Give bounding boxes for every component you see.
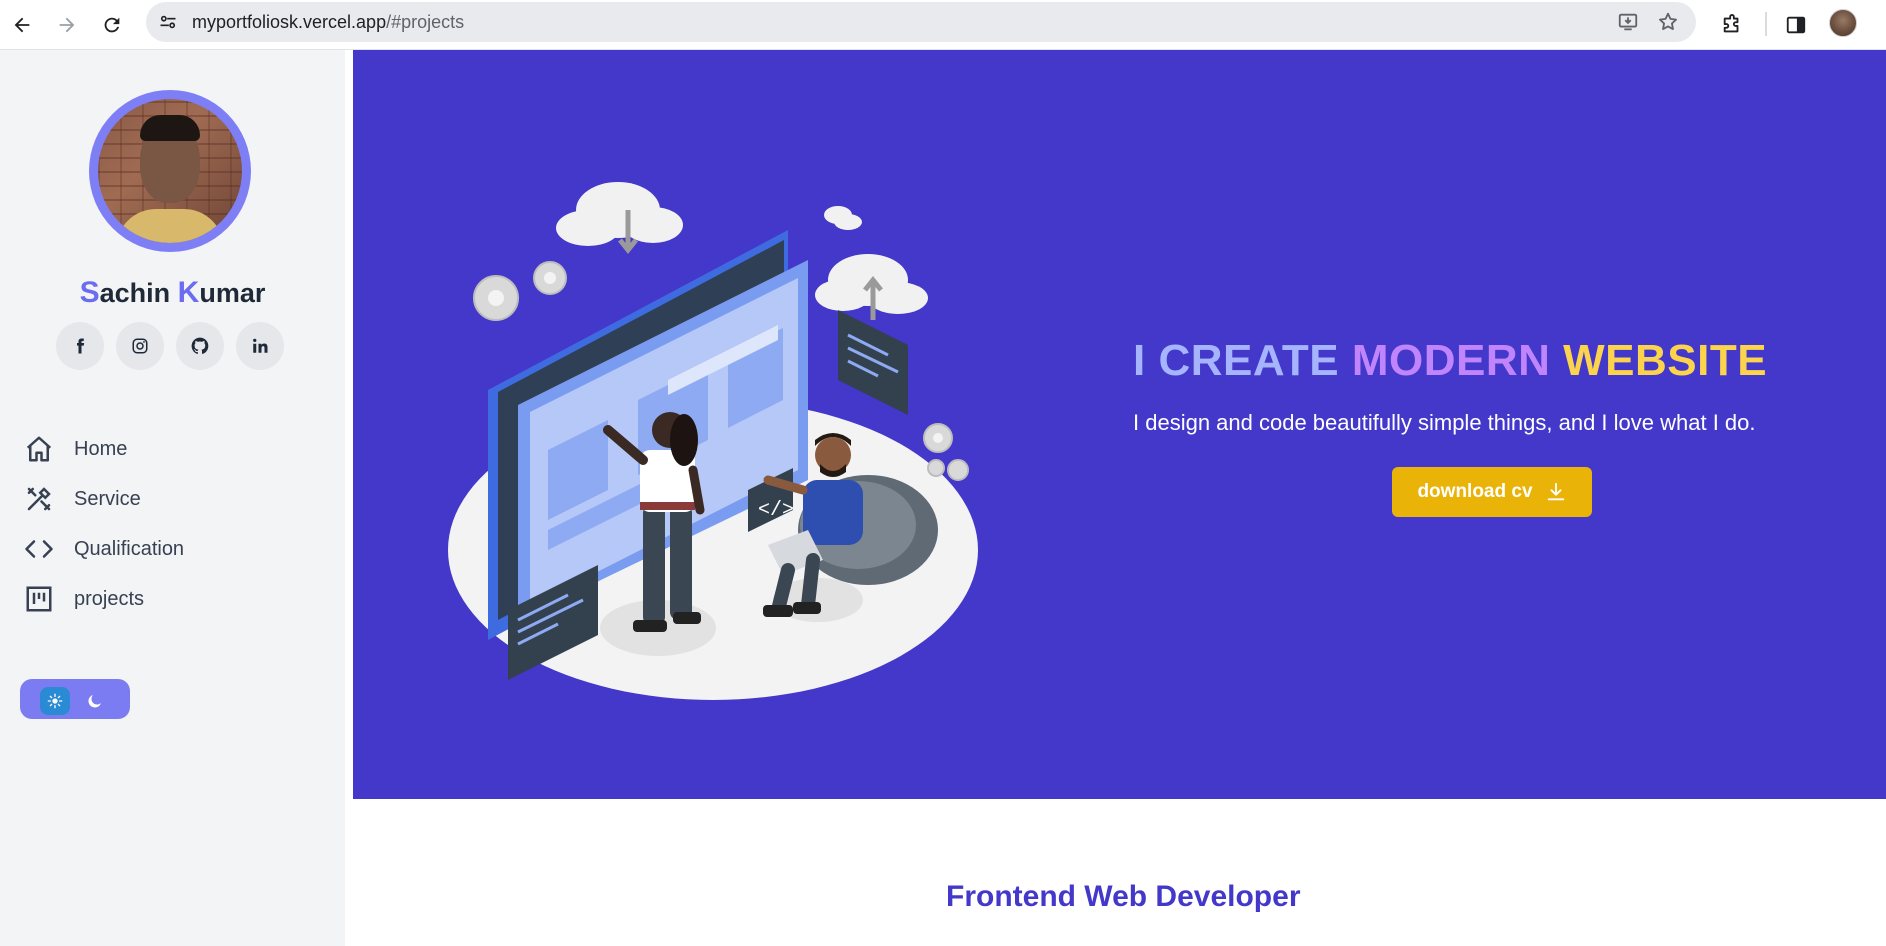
hero-title-word: CREATE bbox=[1158, 336, 1340, 385]
name-last-rest: umar bbox=[199, 278, 266, 308]
linkedin-icon[interactable] bbox=[236, 322, 284, 370]
reload-icon[interactable] bbox=[96, 9, 128, 41]
theme-toggle[interactable] bbox=[20, 679, 130, 719]
sidebar-item-service[interactable]: Service bbox=[24, 474, 284, 524]
hero-subtitle: I design and code beautifully simple thi… bbox=[1133, 410, 1756, 435]
name-initial-first: S bbox=[79, 276, 100, 309]
home-icon bbox=[26, 436, 52, 462]
download-cv-label: download cv bbox=[1417, 481, 1533, 502]
hero-section: </> I CREATE MODERN WEBSITE I design and… bbox=[353, 50, 1886, 799]
address-bar[interactable]: myportfoliosk.vercel.app/#projects bbox=[146, 2, 1696, 42]
sidebar-item-projects[interactable]: projects bbox=[24, 574, 284, 624]
sidebar-menu: Home Service Qualification projects bbox=[24, 424, 284, 624]
hero-title-word: I bbox=[1133, 336, 1146, 385]
forward-icon[interactable] bbox=[51, 9, 83, 41]
sun-icon[interactable] bbox=[40, 687, 70, 715]
facebook-icon[interactable] bbox=[56, 322, 104, 370]
profile-avatar[interactable] bbox=[1829, 9, 1857, 37]
back-icon[interactable] bbox=[6, 9, 38, 41]
profile-photo-ring bbox=[89, 90, 251, 252]
download-cv-button[interactable]: download cv bbox=[1392, 467, 1592, 517]
sidebar-item-label: Home bbox=[74, 437, 128, 460]
name-initial-last: K bbox=[177, 276, 200, 309]
svg-text:</>: </> bbox=[758, 499, 794, 522]
hero-title-word: WEBSITE bbox=[1563, 336, 1768, 385]
profile-photo bbox=[98, 99, 242, 243]
url-path: /#projects bbox=[386, 12, 465, 32]
site-settings-icon[interactable] bbox=[156, 10, 180, 34]
sidebar-item-label: Qualification bbox=[74, 537, 185, 560]
sidebar-item-home[interactable]: Home bbox=[24, 424, 284, 474]
hero-title: I CREATE MODERN WEBSITE bbox=[1133, 336, 1886, 386]
developer-illustration: </> bbox=[448, 182, 978, 700]
sidebar-item-label: Service bbox=[74, 487, 141, 510]
code-icon bbox=[25, 540, 53, 558]
sidebar: Sachin Kumar Home Service Qualification bbox=[0, 50, 345, 946]
section-title: Frontend Web Developer bbox=[946, 880, 1301, 913]
moon-icon[interactable] bbox=[80, 687, 110, 715]
name-first-rest: achin bbox=[99, 278, 178, 308]
kanban-icon bbox=[26, 586, 52, 612]
extensions-icon[interactable] bbox=[1716, 9, 1748, 41]
download-icon bbox=[1547, 482, 1564, 501]
profile-name: Sachin Kumar bbox=[0, 276, 345, 310]
sidebar-item-label: projects bbox=[74, 587, 145, 610]
hero-title-word: MODERN bbox=[1351, 336, 1551, 385]
social-links bbox=[56, 322, 284, 370]
sidebar-item-qualification[interactable]: Qualification bbox=[24, 524, 284, 574]
tools-icon bbox=[27, 487, 51, 511]
url-host: myportfoliosk.vercel.app bbox=[192, 12, 387, 32]
github-icon[interactable] bbox=[176, 322, 224, 370]
browser-toolbar: myportfoliosk.vercel.app/#projects bbox=[0, 0, 1886, 50]
instagram-icon[interactable] bbox=[116, 322, 164, 370]
bookmark-star-icon[interactable] bbox=[1656, 10, 1680, 34]
install-app-icon[interactable] bbox=[1616, 10, 1640, 34]
side-panel-icon[interactable] bbox=[1780, 9, 1812, 41]
toolbar-divider bbox=[1765, 12, 1767, 36]
url-text[interactable]: myportfoliosk.vercel.app/#projects bbox=[192, 12, 464, 33]
